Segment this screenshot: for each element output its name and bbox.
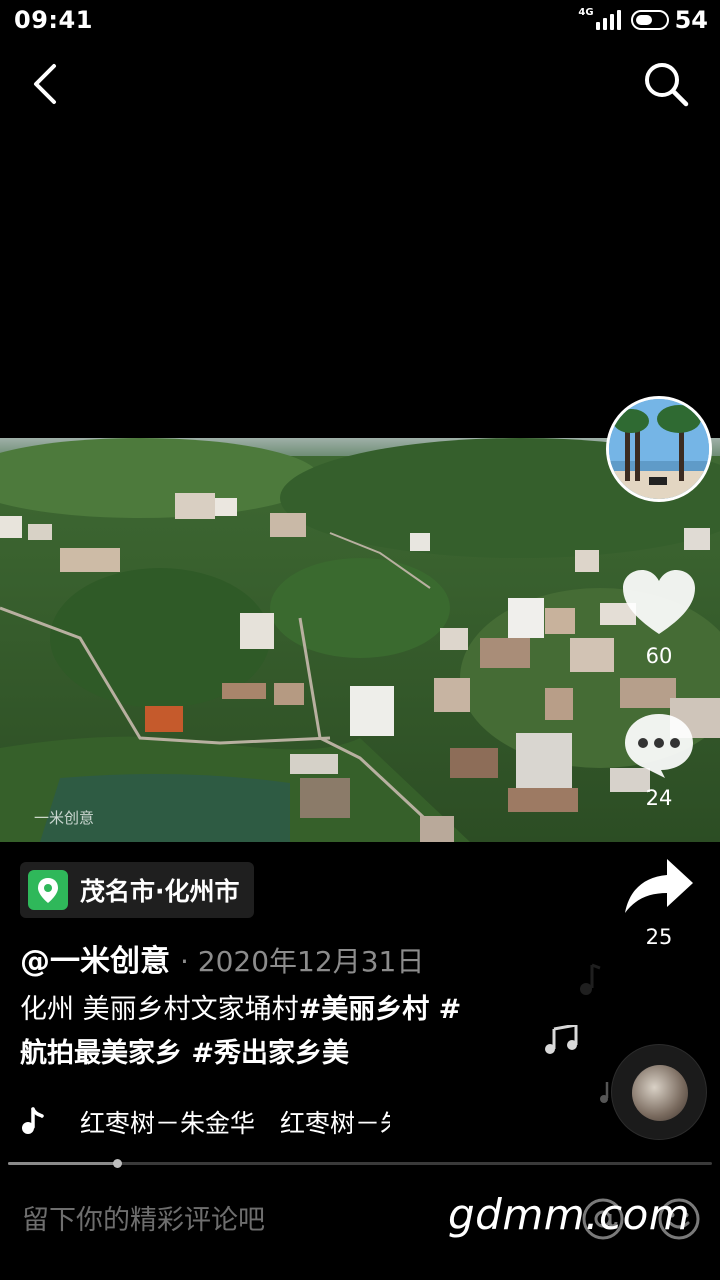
floating-note-icon [545, 1025, 578, 1054]
share-button[interactable]: 25 [616, 855, 702, 949]
share-arrow-icon [625, 859, 693, 913]
heart-icon [623, 570, 695, 634]
battery-level: 54 [674, 6, 708, 34]
comment-input[interactable] [22, 1198, 422, 1242]
comment-button[interactable]: 24 [616, 710, 702, 810]
video-progress-bar[interactable] [8, 1159, 712, 1168]
status-bar: 09:41 4G 54 [0, 0, 720, 40]
like-count: 60 [645, 644, 673, 668]
music-row[interactable]: 红枣树－朱金华 红枣树－朱金华 [20, 1100, 390, 1144]
comment-count: 24 [645, 786, 673, 810]
site-watermark: gdmm.com [448, 1190, 691, 1239]
location-pin-icon [28, 870, 68, 910]
avatar-image [609, 399, 709, 499]
back-button[interactable] [22, 58, 70, 110]
video-watermark: 一米创意 [34, 809, 95, 827]
author-avatar[interactable] [606, 396, 712, 502]
music-note-icon [22, 1107, 44, 1134]
comment-bubble-icon [625, 714, 693, 778]
share-count: 25 [645, 925, 673, 949]
hashtag-link[interactable]: #美丽乡村 # [299, 994, 462, 1025]
like-button[interactable]: 60 [616, 568, 702, 668]
network-type: 4G [578, 6, 594, 18]
post-date: · 2020年12月31日 [180, 945, 425, 978]
author-line: @一米创意 · 2020年12月31日 [20, 936, 424, 980]
music-disc-cover [632, 1065, 688, 1121]
author-name[interactable]: @一米创意 [20, 936, 170, 980]
status-indicators: 4G 54 [578, 6, 708, 34]
status-time: 09:41 [14, 6, 93, 34]
signal-icon [595, 10, 621, 30]
caption-text: 化州 美丽乡村文家埇村 [20, 994, 299, 1025]
floating-note-icon [580, 963, 601, 995]
location-label: 茂名市·化州市 [80, 877, 240, 906]
location-tag[interactable]: 茂名市·化州市 [20, 862, 254, 918]
search-button[interactable] [640, 58, 692, 110]
progress-knob[interactable] [113, 1159, 123, 1168]
progress-fill [8, 1162, 118, 1165]
battery-icon [630, 10, 669, 30]
search-icon [645, 63, 689, 107]
music-disc[interactable] [611, 1044, 707, 1140]
music-title: 红枣树－朱金华 红枣树－朱金华 [80, 1109, 390, 1138]
post-caption: 化州 美丽乡村文家埇村#美丽乡村 # 航拍最美家乡 #秀出家乡美 [20, 988, 540, 1076]
video-player[interactable]: 一米创意 [0, 438, 720, 842]
back-arrow-icon [34, 64, 56, 104]
video-frame-aerial-village [0, 438, 720, 842]
hashtag-link[interactable]: 航拍最美家乡 #秀出家乡美 [20, 1038, 349, 1069]
